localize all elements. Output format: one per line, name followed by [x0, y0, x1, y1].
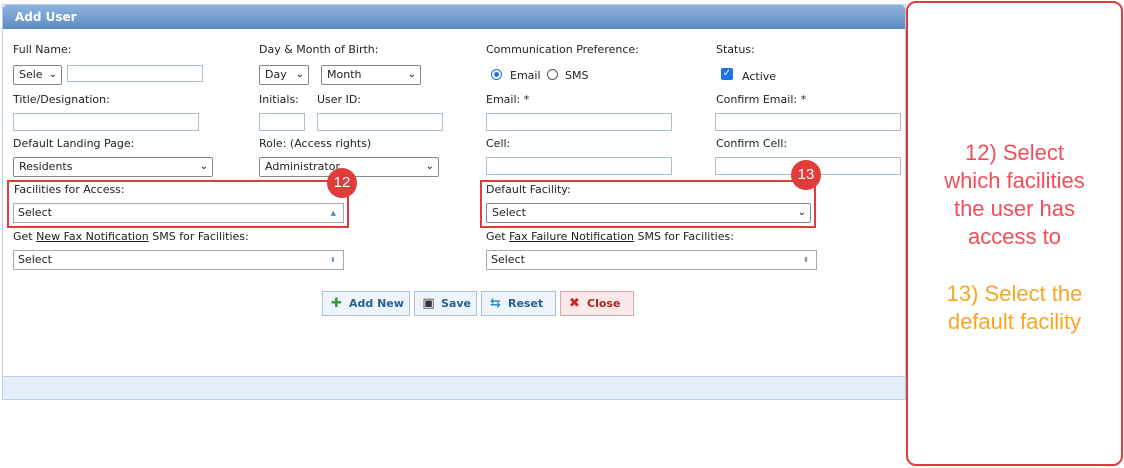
note-13-line: 13) Select the: [946, 281, 1083, 306]
save-button[interactable]: ▣ Save: [414, 291, 477, 316]
fax-notification-select[interactable]: Select ⬍: [13, 250, 344, 270]
instruction-callout: 12) Select which facilities the user has…: [906, 1, 1123, 466]
sort-arrows-icon: ⬍: [330, 256, 336, 264]
active-checkbox-label: Active: [742, 70, 777, 83]
cell-input[interactable]: [486, 157, 672, 175]
facilities-access-label: Facilities for Access:: [14, 183, 125, 196]
confirm-email-label: Confirm Email: *: [716, 93, 807, 106]
user-id-input[interactable]: [317, 113, 443, 131]
chevron-down-icon: ⌄: [797, 207, 806, 218]
confirm-email-input[interactable]: [715, 113, 901, 131]
comm-pref-label: Communication Preference:: [486, 43, 639, 56]
initials-input[interactable]: [259, 113, 305, 131]
fax-fail-suffix: SMS for Facilities:: [633, 230, 734, 243]
chevron-down-icon: ⌄: [48, 69, 57, 80]
status-label: Status:: [716, 43, 755, 56]
chevron-down-icon: ⌄: [295, 69, 304, 80]
full-name-label: Full Name:: [13, 43, 72, 56]
fax-notification-label: Get New Fax Notification SMS for Facilit…: [13, 230, 249, 243]
default-facility-label: Default Facility:: [486, 183, 571, 196]
note-12-line: the user has: [953, 196, 1076, 221]
day-value: Day: [265, 68, 287, 81]
day-select[interactable]: Day ⌄: [259, 65, 309, 85]
panel-footer: [3, 376, 905, 399]
role-value: Administrator: [265, 160, 340, 173]
add-new-label: Add New: [349, 297, 404, 310]
email-input[interactable]: [486, 113, 672, 131]
sort-arrows-icon: ▲: [330, 209, 336, 217]
reset-label: Reset: [508, 297, 544, 310]
month-value: Month: [327, 68, 362, 81]
landing-page-label: Default Landing Page:: [13, 137, 135, 150]
sort-arrows-icon: ⬍: [803, 256, 809, 264]
active-checkbox[interactable]: ✓: [721, 68, 733, 80]
default-facility-value: Select: [492, 206, 526, 219]
landing-page-select[interactable]: Residents ⌄: [13, 157, 213, 177]
facilities-access-select[interactable]: Select ▲: [13, 203, 344, 223]
salutation-value: Sele: [19, 68, 43, 81]
landing-page-value: Residents: [19, 160, 73, 173]
close-button[interactable]: ✖ Close: [560, 291, 634, 316]
reset-button[interactable]: ⇆ Reset: [481, 291, 556, 316]
sms-radio[interactable]: [547, 69, 558, 80]
fax-failure-select[interactable]: Select ⬍: [486, 250, 817, 270]
step-badge-12: 12: [327, 168, 357, 198]
title-designation-input[interactable]: [13, 113, 199, 131]
plus-icon: ✚: [331, 296, 342, 311]
role-label: Role: (Access rights): [259, 137, 372, 150]
fax-fail-link[interactable]: Fax Failure Notification: [509, 230, 634, 243]
note-step-13: 13) Select the default facility: [908, 280, 1121, 336]
confirm-cell-label: Confirm Cell:: [716, 137, 788, 150]
email-radio[interactable]: [491, 69, 502, 80]
fax-failure-value: Select: [491, 253, 525, 266]
step-badge-13: 13: [791, 160, 821, 190]
title-designation-label: Title/Designation:: [13, 93, 110, 106]
month-select[interactable]: Month ⌄: [321, 65, 421, 85]
note-12-line: which facilities: [944, 168, 1085, 193]
fax-notif-link[interactable]: New Fax Notification: [36, 230, 149, 243]
save-label: Save: [441, 297, 471, 310]
note-12-line: 12) Select: [964, 140, 1065, 165]
note-13-line: default facility: [947, 309, 1082, 334]
panel-title: Add User: [3, 5, 905, 29]
floppy-disk-icon: ▣: [422, 296, 435, 311]
initials-label: Initials:: [259, 93, 299, 106]
sms-radio-label: SMS: [565, 69, 589, 82]
chevron-down-icon: ⌄: [199, 161, 208, 172]
default-facility-select[interactable]: Select ⌄: [486, 203, 811, 223]
email-radio-label: Email: [510, 69, 541, 82]
dob-label: Day & Month of Birth:: [259, 43, 379, 56]
close-icon: ✖: [569, 296, 580, 311]
fax-failure-label: Get Fax Failure Notification SMS for Fac…: [486, 230, 734, 243]
cell-label: Cell:: [486, 137, 511, 150]
facilities-access-value: Select: [18, 206, 52, 219]
note-12-line: access to: [968, 224, 1061, 249]
fax-notif-prefix: Get: [13, 230, 37, 243]
refresh-icon: ⇆: [490, 296, 501, 311]
user-id-label: User ID:: [317, 93, 361, 106]
add-new-button[interactable]: ✚ Add New: [322, 291, 410, 316]
fax-notification-value: Select: [18, 253, 52, 266]
chevron-down-icon: ⌄: [425, 161, 434, 172]
email-label: Email: *: [486, 93, 530, 106]
salutation-select[interactable]: Sele ⌄: [13, 65, 62, 85]
full-name-input[interactable]: [67, 65, 203, 82]
note-step-12: 12) Select which facilities the user has…: [908, 139, 1121, 251]
fax-fail-prefix: Get: [486, 230, 510, 243]
fax-notif-suffix: SMS for Facilities:: [148, 230, 249, 243]
close-label: Close: [587, 297, 621, 310]
chevron-down-icon: ⌄: [407, 69, 416, 80]
